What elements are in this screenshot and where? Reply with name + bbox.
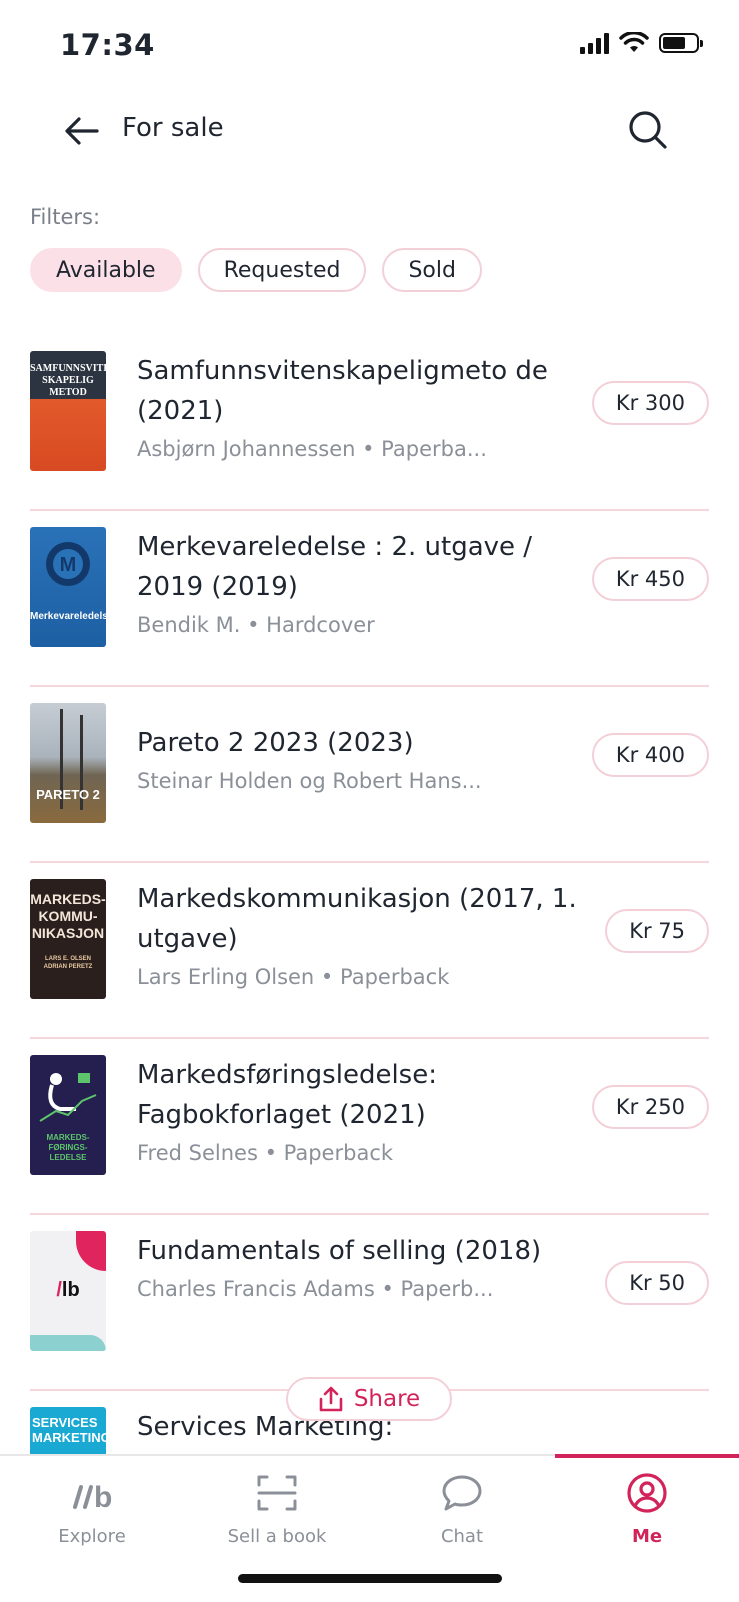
nav-explore[interactable]: b Explore: [0, 1456, 184, 1566]
cover-text: MARKEDS-: [30, 891, 106, 907]
price-badge: Kr 50: [605, 1261, 709, 1305]
user-avatar-icon: [626, 1468, 668, 1518]
price-badge: Kr 450: [591, 557, 709, 601]
listing-item[interactable]: M Merkevareledelse Merkevareledelse : 2.…: [30, 511, 709, 687]
nav-label: Me: [631, 1526, 663, 1547]
search-button[interactable]: [623, 105, 673, 155]
nav-me[interactable]: Me: [555, 1456, 739, 1566]
cover-text: LEDELSE: [49, 1153, 87, 1162]
cellular-signal-icon: [580, 32, 609, 54]
battery-icon: [659, 33, 703, 53]
book-title: Fundamentals of selling (2018): [137, 1236, 542, 1266]
status-icons: [580, 32, 703, 54]
listing-item[interactable]: PARETO 2 Pareto 2 2023 (2023) Steinar Ho…: [30, 687, 709, 863]
share-button[interactable]: Share: [286, 1377, 452, 1421]
back-button[interactable]: [60, 109, 104, 153]
cover-text: NIKASJON: [31, 925, 105, 941]
book-meta: Steinar Holden og Robert Hans...: [137, 769, 482, 793]
book-title: Markedsføringsledelse: Fagbokforlaget (2…: [137, 1060, 437, 1130]
listing-item[interactable]: MARKEDS- KOMMU- NIKASJON LARS E. OLSEN A…: [30, 863, 709, 1039]
nav-label: Explore: [58, 1526, 126, 1547]
svg-text:b: b: [94, 1481, 112, 1513]
cover-text: SAMFUNNSVITEN: [30, 363, 106, 374]
price-badge: Kr 300: [591, 381, 709, 425]
status-time: 17:34: [60, 28, 155, 62]
listing-item[interactable]: MARKEDS- FØRINGS- LEDELSE Markedsførings…: [30, 1039, 709, 1215]
arrow-left-icon: [65, 117, 99, 145]
filter-chip-requested[interactable]: Requested: [197, 248, 367, 292]
filter-chip-sold[interactable]: Sold: [382, 248, 482, 292]
cover-text: Merkevareledelse: [30, 611, 106, 622]
share-label: Share: [353, 1386, 421, 1412]
nav-label: Chat: [440, 1526, 484, 1547]
chat-bubble-icon: [441, 1468, 483, 1518]
cover-text: MARKETING: [32, 1430, 106, 1445]
search-icon: [629, 111, 667, 149]
cover-illustration: [39, 1073, 97, 1122]
book-cover: MARKEDS- FØRINGS- LEDELSE: [30, 1055, 106, 1175]
book-cover: M Merkevareledelse: [30, 527, 106, 647]
cover-logo: M: [46, 542, 90, 586]
scan-icon: [257, 1468, 297, 1518]
book-title: Merkevareledelse : 2. utgave / 2019 (201…: [137, 532, 533, 602]
page-title: For sale: [122, 113, 224, 143]
filter-chip-available[interactable]: Available: [30, 248, 182, 292]
cover-text: PARETO 2: [36, 787, 100, 802]
cover-logo: /lb: [56, 1279, 80, 1301]
cover-text: MARKEDS-: [46, 1133, 90, 1142]
filters-label: Filters:: [30, 205, 101, 229]
wifi-icon: [619, 32, 649, 52]
filter-chips: Available Requested Sold: [30, 248, 482, 292]
book-cover: PARETO 2: [30, 703, 106, 823]
cover-text: SKAPELIG METOD: [42, 375, 94, 398]
book-meta: Fred Selnes • Paperback: [137, 1141, 394, 1165]
cover-text: SERVICES: [32, 1415, 98, 1430]
nav-label: Sell a book: [227, 1526, 327, 1547]
header: For sale: [0, 95, 739, 165]
cover-text: ADRIAN PERETZ: [43, 964, 93, 970]
book-meta: Asbjørn Johannessen • Paperba...: [137, 437, 487, 461]
book-meta: Bendik M. • Hardcover: [137, 613, 375, 637]
cover-text: LARS E. OLSEN: [44, 956, 91, 962]
book-cover: SAMFUNNSVITEN SKAPELIG METOD: [30, 351, 106, 471]
status-bar: 17:34: [0, 0, 739, 90]
book-cover: MARKEDS- KOMMU- NIKASJON LARS E. OLSEN A…: [30, 879, 106, 999]
price-badge: Kr 75: [605, 909, 709, 953]
book-title: Samfunnsvitenskapeligmeto de (2021): [137, 356, 548, 426]
cover-text: FØRINGS-: [48, 1143, 88, 1152]
share-icon: [319, 1386, 343, 1412]
book-cover: /lb: [30, 1231, 106, 1351]
home-indicator: [238, 1574, 502, 1583]
listing-item[interactable]: /lb Fundamentals of selling (2018) Charl…: [30, 1215, 709, 1391]
cover-text: KOMMU-: [38, 908, 98, 924]
svg-text:M: M: [60, 554, 77, 576]
listing-item[interactable]: SAMFUNNSVITEN SKAPELIG METOD Samfunnsvit…: [30, 335, 709, 511]
price-badge: Kr 250: [591, 1085, 709, 1129]
nav-sell-a-book[interactable]: Sell a book: [185, 1456, 369, 1566]
book-title: Markedskommunikasjon (2017, 1. utgave): [137, 884, 577, 954]
nav-chat[interactable]: Chat: [370, 1456, 554, 1566]
book-meta: Charles Francis Adams • Paperb...: [137, 1277, 494, 1301]
book-meta: Lars Erling Olsen • Paperback: [137, 965, 450, 989]
explore-logo-icon: b: [67, 1468, 117, 1518]
price-badge: Kr 400: [591, 733, 709, 777]
book-title: Pareto 2 2023 (2023): [137, 728, 414, 758]
